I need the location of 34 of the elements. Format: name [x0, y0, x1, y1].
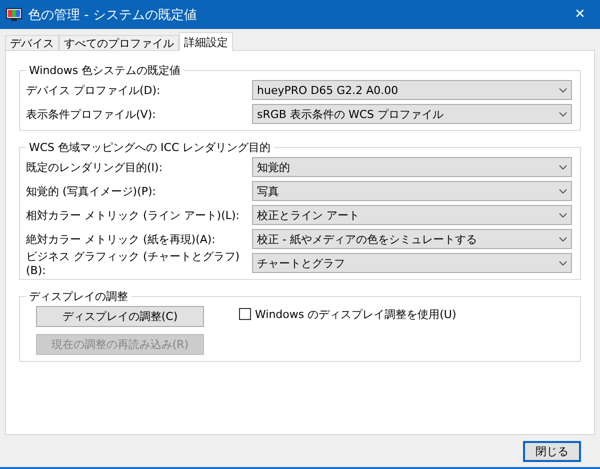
group-title: WCS 色域マッピングへの ICC レンダリング目的 [28, 140, 272, 155]
checkbox-option[interactable]: Windows のディスプレイ調整を使用(U) [239, 306, 456, 322]
action-button[interactable]: ディスプレイの調整(C) [36, 306, 204, 327]
field-label: 相対カラー メトリック (ライン アート)(L): [26, 208, 240, 222]
field-label: 既定のレンダリング目的(I): [26, 160, 164, 174]
chevron-down-icon [559, 88, 567, 92]
tab[interactable]: 詳細設定 [179, 32, 233, 51]
dropdown[interactable]: hueyPRO D65 G2.2 A0.00 [252, 80, 572, 100]
window-title: 色の管理 - システムの既定値 [28, 6, 198, 24]
group-title: Windows 色システムの既定値 [28, 63, 182, 78]
dropdown[interactable]: チャートとグラフ [252, 253, 572, 273]
group-title: ディスプレイの調整 [28, 289, 129, 304]
dropdown[interactable]: sRGB 表示条件の WCS プロファイル [252, 104, 572, 124]
field-label: 絶対カラー メトリック (紙を再現)(A): [26, 232, 216, 246]
chevron-down-icon [559, 260, 567, 266]
monitor-icon [6, 8, 22, 22]
chevron-down-icon [559, 188, 567, 194]
chevron-down-icon [559, 236, 567, 242]
checkbox[interactable] [239, 308, 251, 320]
dropdown[interactable]: 写真 [252, 181, 572, 201]
field-label: 表示条件プロファイル(V): [26, 106, 157, 122]
dropdown[interactable]: 校正とライン アート [252, 205, 572, 225]
tab[interactable]: デバイス [5, 35, 59, 51]
chevron-down-icon [559, 112, 567, 116]
chevron-down-icon [559, 164, 567, 170]
chevron-down-icon [559, 212, 567, 218]
field-label: ビジネス グラフィック (チャートとグラフ)(B): [26, 249, 241, 277]
dropdown[interactable]: 知覚的 [252, 157, 572, 177]
dropdown[interactable]: 校正 - 紙やメディアの色をシミュレートする [252, 229, 572, 249]
close-dialog-button[interactable]: 閉じる [523, 440, 581, 462]
field-label: 知覚的 (写真イメージ)(P): [26, 184, 158, 198]
field-label: デバイス プロファイル(D): [26, 82, 162, 98]
tab[interactable]: すべてのプロファイル [59, 35, 179, 51]
close-button[interactable]: ✕ [560, 0, 600, 29]
